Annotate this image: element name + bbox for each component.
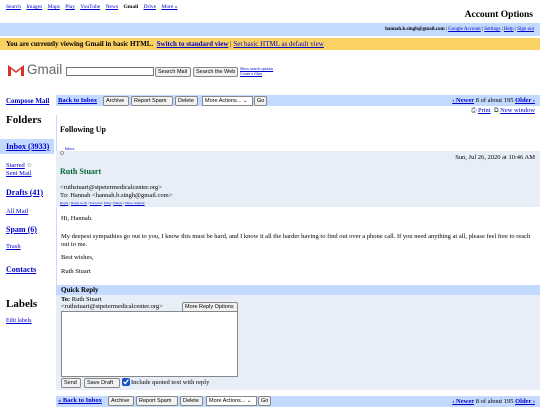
folders-heading: Folders — [6, 114, 42, 126]
create-filter-link[interactable]: Create a filter — [240, 71, 273, 76]
delete-button[interactable]: Delete — [175, 96, 198, 106]
print-icon: ⎙ — [471, 107, 477, 114]
new-window-icon: ⧉ — [493, 107, 499, 114]
account-links: hannah.b.singh@gmail.com | Google Accoun… — [385, 27, 534, 32]
subject-area — [56, 115, 540, 151]
print-message-link[interactable]: Print — [104, 201, 111, 205]
nav-gmail: Gmail — [123, 4, 139, 10]
sender-name: Ruth Stuart — [60, 167, 102, 176]
archive-button[interactable]: Archive — [103, 96, 129, 106]
set-default-link[interactable]: Set basic HTML as default view — [233, 40, 324, 48]
sidebar-item-inbox[interactable]: Inbox (3933) — [6, 142, 49, 151]
edit-labels-link[interactable]: Edit labels — [6, 318, 32, 324]
back-to-inbox-link[interactable]: Back to Inbox — [58, 97, 97, 104]
recipient-line: To: Hannah <hannah.b.singh@gmail.com> — [60, 192, 173, 199]
gmail-logo[interactable]: Gmail — [7, 62, 62, 78]
help-link[interactable]: Help — [504, 27, 514, 32]
sidebar-item-all-mail[interactable]: All Mail — [6, 208, 28, 215]
starred-label: Starred — [6, 162, 25, 169]
switch-standard-link[interactable]: Switch to standard view — [157, 40, 229, 48]
message-count: 8 of about 195 — [475, 97, 514, 104]
body-signature: Ruth Stuart — [61, 268, 91, 275]
sidebar-item-drafts[interactable]: Drafts (41) — [6, 188, 43, 197]
account-options-title: Account Options — [464, 10, 533, 20]
message-count-bottom: 8 of about 195 — [475, 398, 514, 405]
save-draft-button[interactable]: Save Draft — [84, 378, 120, 388]
search-mail-button[interactable]: Search Mail — [155, 67, 191, 77]
reply-to-name: Ruth Stuart — [71, 296, 102, 303]
radio-circle-icon — [60, 151, 64, 155]
sidebar-item-sent[interactable]: Sent Mail — [6, 170, 31, 177]
search-web-button[interactable]: Search the Web — [193, 67, 238, 77]
nav-youtube[interactable]: YouTube — [80, 4, 100, 10]
quick-reply-title: Quick Reply — [61, 286, 99, 294]
newer-link[interactable]: ‹ Newer — [452, 97, 474, 104]
back-to-inbox-link-bottom[interactable]: « Back to Inbox — [58, 397, 102, 404]
show-original-link[interactable]: Show original — [125, 201, 145, 205]
sidebar-item-starred[interactable]: Starred ☆ — [6, 161, 32, 169]
include-quoted-label: Include quoted text with reply — [131, 379, 210, 386]
delete-message-link[interactable]: Delete — [113, 201, 122, 205]
newer-link-bottom[interactable]: ‹ Newer — [452, 398, 474, 405]
pager-bottom: ‹ Newer 8 of about 195 Older › — [452, 398, 535, 405]
settings-link[interactable]: Settings — [484, 27, 500, 32]
chevron-down-icon: ⌄ — [246, 398, 252, 404]
nav-search[interactable]: Search — [6, 4, 21, 10]
nav-maps[interactable]: Maps — [48, 4, 60, 10]
sidebar-item-contacts[interactable]: Contacts — [6, 265, 36, 274]
reply-links: Reply | Reply to all | Forward | Print |… — [60, 201, 145, 205]
nav-more[interactable]: More » — [161, 4, 177, 10]
report-spam-button[interactable]: Report Spam — [131, 96, 173, 106]
star-icon: ☆ — [26, 162, 33, 169]
notice-message: You are currently viewing Gmail in basic… — [6, 40, 154, 48]
print-row: ⎙ Print ⧉ New window — [471, 107, 535, 115]
chevron-down-icon: ⌄ — [242, 98, 248, 104]
new-window-link[interactable]: New window — [500, 107, 535, 114]
gmail-m-icon — [8, 65, 24, 76]
more-actions-value-bottom: More Actions... — [209, 398, 246, 404]
include-quoted-checkbox[interactable] — [122, 378, 130, 386]
body-greeting: Hi, Hannah. — [61, 215, 93, 222]
search-input[interactable] — [66, 67, 154, 76]
reply-textarea[interactable] — [61, 311, 238, 377]
reply-to-label: To: — [61, 296, 71, 303]
sign-out-link[interactable]: Sign out — [517, 27, 534, 32]
body-closing: Best wishes, — [61, 254, 94, 261]
sender-email: <ruthstuart@stpetermedicalcenter.org> — [60, 184, 162, 191]
forward-link[interactable]: Forward — [90, 201, 102, 205]
reply-all-link[interactable]: Reply to all — [71, 201, 87, 205]
send-button[interactable]: Send — [61, 378, 81, 388]
google-account-link[interactable]: Google Account — [448, 27, 481, 32]
account-email: hannah.b.singh@gmail.com — [385, 27, 445, 32]
message-date: Sun, Jul 26, 2020 at 10:46 AM — [455, 154, 535, 161]
sidebar-item-spam[interactable]: Spam (6) — [6, 225, 37, 234]
top-nav: Search Images Maps Play YouTube News Gma… — [6, 4, 181, 10]
search-options: Show search options Create a filter — [240, 66, 273, 76]
labels-heading: Labels — [6, 298, 38, 310]
nav-drive[interactable]: Drive — [144, 4, 157, 10]
more-actions-select[interactable]: More Actions... ⌄ — [202, 96, 253, 106]
nav-play[interactable]: Play — [65, 4, 75, 10]
message-subject: Following Up — [60, 125, 107, 134]
older-link-bottom[interactable]: Older › — [515, 398, 535, 405]
reply-to-email: <ruthstuart@stpetermedicalcenter.org> — [61, 303, 163, 310]
nav-images[interactable]: Images — [26, 4, 42, 10]
basic-html-notice: You are currently viewing Gmail in basic… — [0, 38, 540, 50]
older-link[interactable]: Older › — [515, 97, 535, 104]
quick-reply-header — [56, 285, 540, 295]
compose-mail-link[interactable]: Compose Mail — [6, 97, 49, 105]
nav-news[interactable]: News — [106, 4, 119, 10]
body-paragraph: My deepest sympathies go out to you, I k… — [61, 233, 531, 248]
sidebar-item-trash[interactable]: Trash — [6, 243, 21, 250]
go-button[interactable]: Go — [254, 96, 267, 106]
reply-link[interactable]: Reply — [60, 201, 68, 205]
more-actions-value: More Actions... — [205, 98, 242, 104]
gmail-wordmark: Gmail — [27, 62, 63, 77]
reply-to-line: To: Ruth Stuart — [61, 296, 102, 303]
pager: ‹ Newer 8 of about 195 Older › — [452, 97, 535, 104]
print-link[interactable]: Print — [478, 107, 491, 114]
